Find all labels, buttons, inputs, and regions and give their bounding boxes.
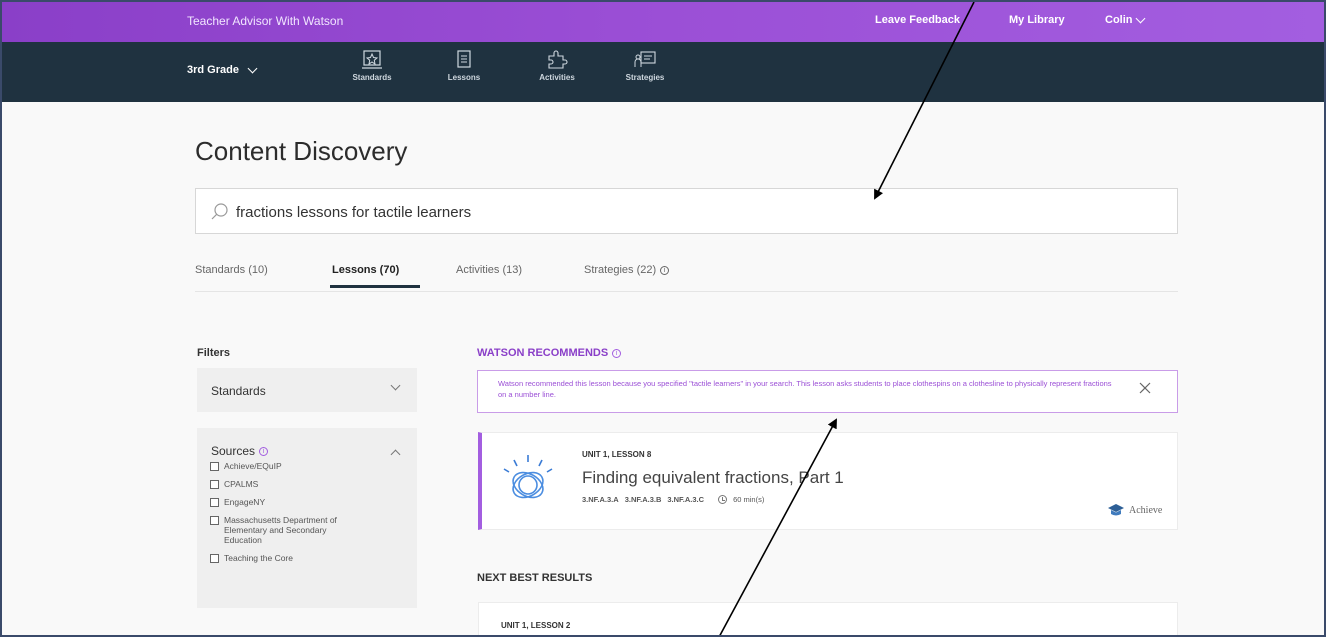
standards-icon <box>362 50 382 69</box>
lessons-icon <box>457 50 471 68</box>
source-option-achieve[interactable]: Achieve/EQuIP <box>210 461 410 471</box>
sources-list: Achieve/EQuIP CPALMS EngageNY Massachuse… <box>210 461 410 571</box>
chevron-down-icon <box>390 380 401 391</box>
tab-strategies[interactable]: Strategies (22) i <box>584 264 670 276</box>
standard-code[interactable]: 3.NF.A.3.B <box>625 495 662 504</box>
sources-label-text: Sources <box>211 444 256 458</box>
standard-code[interactable]: 3.NF.A.3.C <box>667 495 704 504</box>
search-icon <box>211 203 228 220</box>
info-icon[interactable]: i <box>612 348 622 358</box>
leave-feedback-link[interactable]: Leave Feedback <box>875 14 960 26</box>
page-title: Content Discovery <box>195 136 408 166</box>
tab-lessons[interactable]: Lessons (70) <box>332 264 399 276</box>
standards-filter-toggle[interactable]: Standards <box>197 368 417 412</box>
lesson-duration: 60 min(s) <box>733 495 765 504</box>
source-option-massachusetts[interactable]: Massachusetts Department of Elementary a… <box>210 515 410 545</box>
watson-explanation: Watson recommended this lesson because y… <box>477 370 1178 413</box>
nav-label: Lessons <box>447 73 481 82</box>
tab-standards[interactable]: Standards (10) <box>195 264 268 276</box>
checkbox[interactable] <box>210 462 219 471</box>
active-tab-indicator <box>330 285 420 288</box>
checkbox[interactable] <box>210 498 219 507</box>
source-label: Teaching the Core <box>224 553 293 563</box>
chevron-up-icon[interactable] <box>390 449 401 460</box>
checkbox[interactable] <box>210 516 219 525</box>
standard-code[interactable]: 3.NF.A.3.A <box>582 495 619 504</box>
graduation-cap-icon <box>1108 504 1124 516</box>
source-option-cpalms[interactable]: CPALMS <box>210 479 410 489</box>
watson-recommends-heading: WATSON RECOMMENDS i <box>477 347 622 359</box>
grade-label: 3rd Grade <box>187 64 239 76</box>
lesson-meta: 3.NF.A.3.A 3.NF.A.3.B 3.NF.A.3.C 60 min(… <box>582 495 764 504</box>
user-menu[interactable]: Colin <box>1105 13 1145 26</box>
source-logo: Achieve <box>1107 503 1162 517</box>
chevron-down-icon <box>247 63 258 73</box>
checkbox[interactable] <box>210 554 219 563</box>
grade-selector[interactable]: 3rd Grade <box>187 63 258 76</box>
watson-logo-icon <box>503 455 553 499</box>
nav-label: Activities <box>539 73 575 82</box>
nav-activities[interactable]: Activities <box>522 50 592 82</box>
standards-filter-label: Standards <box>211 384 266 398</box>
user-name: Colin <box>1105 14 1133 26</box>
checkbox[interactable] <box>210 480 219 489</box>
lesson-card[interactable]: UNIT 1, LESSON 2 <box>478 602 1178 635</box>
watson-explanation-text: Watson recommended this lesson because y… <box>498 379 1112 399</box>
nav-lessons[interactable]: Lessons <box>429 50 499 82</box>
nav-bar: 3rd Grade Standards Lessons Activities S… <box>2 42 1324 102</box>
info-icon[interactable]: i <box>660 265 670 275</box>
strategies-icon <box>634 51 656 67</box>
next-best-results-heading: NEXT BEST RESULTS <box>477 572 593 584</box>
info-icon[interactable]: i <box>259 447 269 457</box>
source-name: Achieve <box>1129 504 1163 516</box>
source-label: CPALMS <box>224 479 259 489</box>
nav-label: Strategies <box>625 73 665 82</box>
chevron-down-icon <box>1135 13 1145 23</box>
source-option-engageny[interactable]: EngageNY <box>210 497 410 507</box>
close-icon[interactable] <box>1138 381 1152 395</box>
source-label: EngageNY <box>224 497 266 507</box>
main-content: Content Discovery fractions lessons for … <box>2 102 1324 635</box>
search-input[interactable]: fractions lessons for tactile learners <box>195 188 1178 234</box>
sources-filter: Sources i Achieve/EQuIP CPALMS EngageNY M… <box>197 428 417 608</box>
sources-filter-label[interactable]: Sources i <box>211 444 269 458</box>
lesson-unit: UNIT 1, LESSON 2 <box>501 621 571 630</box>
featured-lesson-card[interactable]: UNIT 1, LESSON 8 Finding equivalent frac… <box>478 432 1178 530</box>
my-library-link[interactable]: My Library <box>1009 14 1065 26</box>
source-label: Massachusetts Department of Elementary a… <box>224 515 337 545</box>
top-bar: Teacher Advisor With Watson Leave Feedba… <box>2 2 1324 42</box>
app-brand[interactable]: Teacher Advisor With Watson <box>187 14 343 28</box>
source-label: Achieve/EQuIP <box>224 461 282 471</box>
clock-icon <box>718 495 728 504</box>
search-query: fractions lessons for tactile learners <box>236 204 472 221</box>
source-option-teaching-the-core[interactable]: Teaching the Core <box>210 553 410 563</box>
lesson-title[interactable]: Finding equivalent fractions, Part 1 <box>582 468 844 488</box>
watson-heading-text: WATSON RECOMMENDS <box>477 347 609 359</box>
app-window: Teacher Advisor With Watson Leave Feedba… <box>0 0 1326 637</box>
nav-label: Standards <box>352 73 392 82</box>
tab-activities[interactable]: Activities (13) <box>456 264 522 276</box>
lesson-unit: UNIT 1, LESSON 8 <box>582 450 652 459</box>
tab-label: Strategies (22) <box>584 264 657 276</box>
filters-heading: Filters <box>197 347 231 359</box>
activities-icon <box>548 50 568 69</box>
result-tabs: Standards (10) Lessons (70) Activities (… <box>195 262 1178 292</box>
nav-strategies[interactable]: Strategies <box>610 50 680 82</box>
nav-standards[interactable]: Standards <box>337 50 407 82</box>
